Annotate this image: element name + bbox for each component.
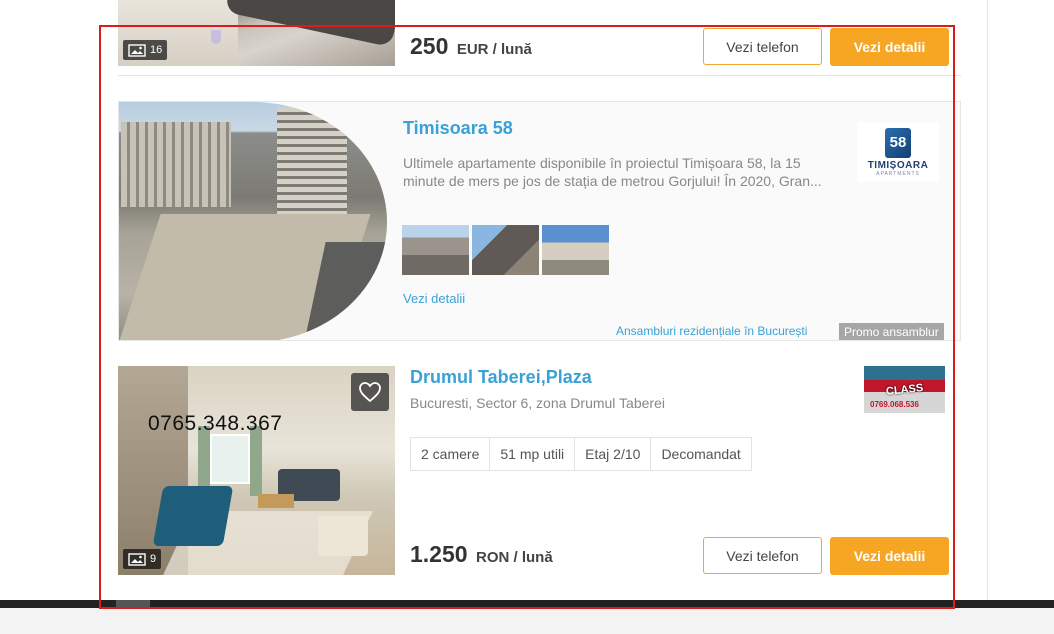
price-amount: 1.250 [410, 541, 468, 567]
view-details-button[interactable]: Vezi detalii [830, 537, 949, 575]
page: 16 250 EUR / lună Vezi telefon Vezi deta… [0, 0, 1054, 634]
price-amount: 250 [410, 33, 449, 59]
favorite-button[interactable] [351, 373, 389, 411]
feature-area: 51 mp utili [490, 438, 576, 470]
promo-details-link[interactable]: Vezi detalii [403, 291, 465, 306]
heart-icon [359, 382, 381, 403]
photo-phone-overlay: 0765.348.367 [148, 412, 283, 435]
promo-thumbnail[interactable] [472, 225, 539, 275]
listing-location: Bucuresti, Sector 6, zona Drumul Taberei [410, 395, 665, 411]
promo-category-link[interactable]: Ansambluri rezidențiale în București [616, 324, 807, 338]
promo-photo[interactable] [119, 102, 387, 340]
agency-logo[interactable]: CLASS 0769.068.536 [864, 366, 945, 413]
column-divider [987, 0, 988, 600]
promo-thumbnail[interactable] [402, 225, 469, 275]
feature-rooms: 2 camere [411, 438, 491, 470]
bottom-bar [0, 600, 1054, 634]
price-unit: RON / lună [476, 549, 553, 566]
photo-count-badge: 16 [123, 40, 168, 60]
listing-card-bottom: 0765.348.367 9 Drumul Taberei,Plaza Bucu… [118, 366, 961, 576]
listing-price: 1.250 RON / lună [410, 541, 553, 568]
listing-photo[interactable]: 16 [118, 0, 395, 66]
bottom-bar-tab[interactable] [116, 600, 150, 608]
promo-description: Ultimele apartamente disponibile în proi… [403, 155, 822, 189]
image-icon [128, 43, 146, 57]
image-icon [128, 552, 146, 566]
promo-logo[interactable]: 58 TIMIȘOARA APARTMENTS [857, 122, 939, 182]
promo-title[interactable]: Timisoara 58 [403, 118, 513, 139]
show-phone-button[interactable]: Vezi telefon [703, 537, 822, 574]
feature-layout: Decomandat [661, 446, 741, 462]
promo-badge: Promo ansamblur [839, 323, 944, 340]
feature-floor: Etaj 2/10 [575, 438, 652, 470]
promo-thumbnail[interactable] [542, 225, 609, 275]
listing-title[interactable]: Drumul Taberei,Plaza [410, 367, 592, 388]
listing-features: 2 camere 51 mp utili Etaj 2/10 Decomanda… [410, 437, 752, 471]
promo-thumbnails [402, 225, 609, 275]
listing-price: 250 EUR / lună [410, 33, 532, 60]
price-unit: EUR / lună [456, 41, 532, 58]
show-phone-button[interactable]: Vezi telefon [703, 28, 822, 65]
photo-count-badge: 9 [123, 549, 162, 569]
promo-card: Timisoara 58 Ultimele apartamente dispon… [118, 101, 961, 341]
view-details-button[interactable]: Vezi detalii [830, 28, 949, 66]
listing-card-top: 16 250 EUR / lună Vezi telefon Vezi deta… [118, 0, 961, 76]
listing-photo[interactable]: 0765.348.367 9 [118, 366, 395, 575]
